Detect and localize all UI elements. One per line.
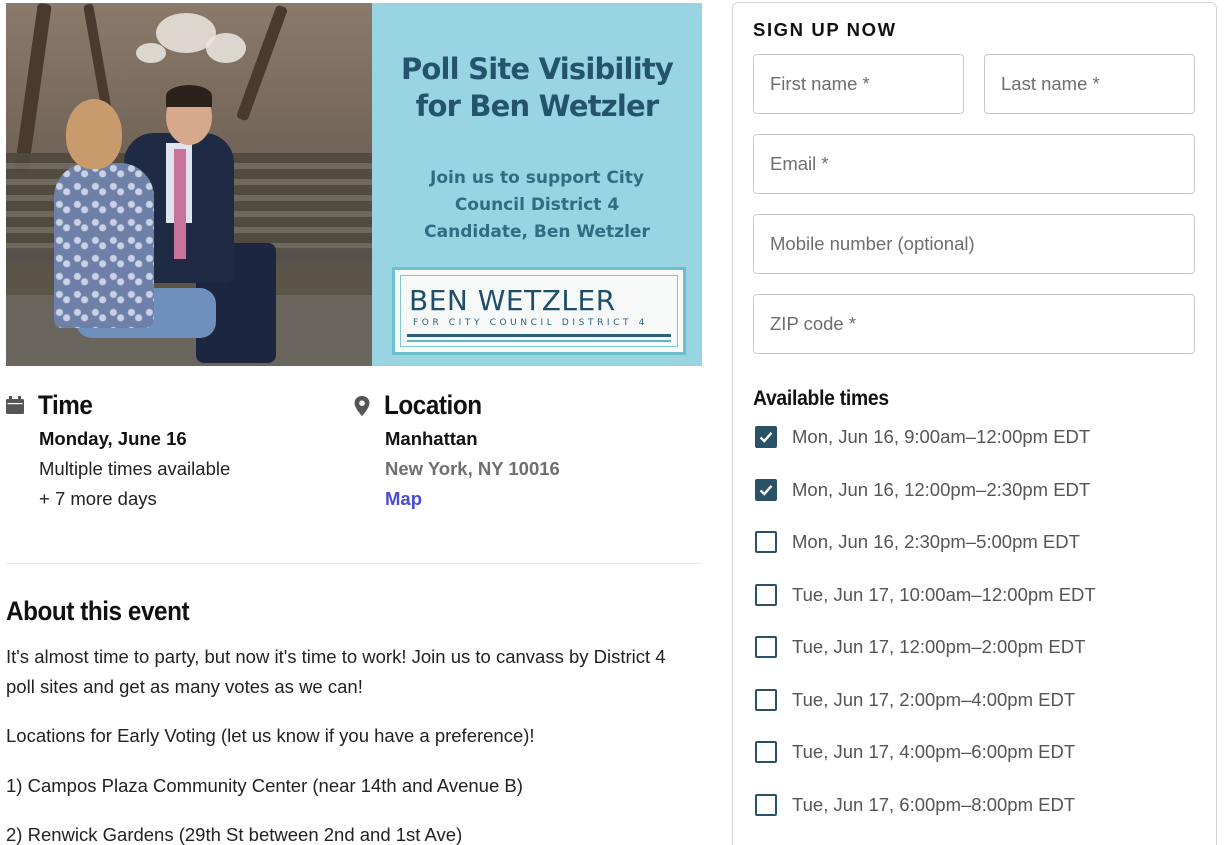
about-heading: About this event <box>6 596 190 626</box>
time-option-label: Tue, Jun 17, 10:00am–12:00pm EDT <box>792 584 1096 605</box>
map-pin-icon <box>354 396 370 416</box>
campaign-logo: BEN WETZLER FOR CITY COUNCIL DISTRICT 4 <box>392 267 686 355</box>
time-option[interactable]: Tue, Jun 17, 2:00pm–4:00pm EDT <box>753 686 1193 716</box>
promo-panel: Poll Site Visibility for Ben Wetzler Joi… <box>372 3 702 366</box>
time-heading: Time <box>38 390 93 420</box>
calendar-icon <box>6 396 24 414</box>
about-paragraph: 1) Campos Plaza Community Center (near 1… <box>6 775 523 796</box>
location-heading: Location <box>384 390 482 420</box>
promo-subtitle-line3: Candidate, Ben Wetzler <box>424 222 650 242</box>
checkbox-icon[interactable] <box>755 741 777 763</box>
email-field[interactable] <box>753 134 1195 194</box>
checkbox-icon[interactable] <box>755 584 777 606</box>
checkbox-checked-icon[interactable] <box>755 479 777 501</box>
time-option[interactable]: Tue, Jun 17, 12:00pm–2:00pm EDT <box>753 633 1193 663</box>
time-option[interactable]: Mon, Jun 16, 12:00pm–2:30pm EDT <box>753 476 1193 506</box>
time-option-label: Tue, Jun 17, 4:00pm–6:00pm EDT <box>792 741 1076 762</box>
signup-title: SIGN UP NOW <box>753 19 897 40</box>
time-option[interactable]: Mon, Jun 16, 2:30pm–5:00pm EDT <box>753 528 1193 558</box>
event-date: Monday, June 16 <box>39 428 187 449</box>
time-option-label: Mon, Jun 16, 2:30pm–5:00pm EDT <box>792 531 1080 552</box>
time-option-label: Tue, Jun 17, 2:00pm–4:00pm EDT <box>792 689 1076 710</box>
zip-input[interactable] <box>754 295 1194 353</box>
time-option[interactable]: Tue, Jun 17, 10:00am–12:00pm EDT <box>753 581 1193 611</box>
promo-subtitle: Join us to support City Council District… <box>372 165 702 246</box>
promo-subtitle-line1: Join us to support City <box>430 168 644 188</box>
email-input[interactable] <box>754 135 1194 193</box>
first-name-field[interactable] <box>753 54 964 114</box>
signup-panel: SIGN UP NOW Available times Mon, Jun 16,… <box>732 2 1217 845</box>
candidate-photo <box>6 3 372 366</box>
time-option-label: Mon, Jun 16, 9:00am–12:00pm EDT <box>792 426 1091 447</box>
zip-field[interactable] <box>753 294 1195 354</box>
mobile-field[interactable] <box>753 214 1195 274</box>
last-name-input[interactable] <box>985 55 1194 113</box>
time-option[interactable]: Tue, Jun 17, 6:00pm–8:00pm EDT <box>753 791 1193 821</box>
last-name-field[interactable] <box>984 54 1195 114</box>
time-option-label: Tue, Jun 17, 12:00pm–2:00pm EDT <box>792 636 1086 657</box>
logo-name: BEN WETZLER <box>409 284 616 317</box>
first-name-input[interactable] <box>754 55 963 113</box>
checkbox-checked-icon[interactable] <box>755 426 777 448</box>
event-hero-image: Poll Site Visibility for Ben Wetzler Joi… <box>6 3 702 366</box>
checkbox-icon[interactable] <box>755 794 777 816</box>
checkbox-icon[interactable] <box>755 531 777 553</box>
promo-subtitle-line2: Council District 4 <box>454 195 620 215</box>
available-times-heading: Available times <box>753 387 889 410</box>
about-paragraph: Locations for Early Voting (let us know … <box>6 725 535 746</box>
mobile-input[interactable] <box>754 215 1194 273</box>
checkbox-icon[interactable] <box>755 636 777 658</box>
time-option[interactable]: Mon, Jun 16, 9:00am–12:00pm EDT <box>753 423 1193 453</box>
about-paragraph: It's almost time to party, but now it's … <box>6 646 666 697</box>
map-link[interactable]: Map <box>385 488 422 510</box>
promo-title-line2: for Ben Wetzler <box>415 89 660 123</box>
location-address: New York, NY 10016 <box>385 458 560 479</box>
times-available-text: Multiple times available <box>39 458 231 479</box>
location-place: Manhattan <box>385 428 478 449</box>
section-divider <box>6 563 702 564</box>
time-option[interactable]: Tue, Jun 17, 4:00pm–6:00pm EDT <box>753 738 1193 768</box>
about-paragraph: 2) Renwick Gardens (29th St between 2nd … <box>6 824 463 845</box>
logo-tagline: FOR CITY COUNCIL DISTRICT 4 <box>413 318 648 328</box>
more-days-text: + 7 more days <box>39 488 157 509</box>
checkbox-icon[interactable] <box>755 689 777 711</box>
time-option-label: Mon, Jun 16, 12:00pm–2:30pm EDT <box>792 479 1091 500</box>
promo-title-line1: Poll Site Visibility <box>400 52 674 86</box>
time-option-label: Tue, Jun 17, 6:00pm–8:00pm EDT <box>792 794 1076 815</box>
promo-title: Poll Site Visibility for Ben Wetzler <box>372 51 702 125</box>
